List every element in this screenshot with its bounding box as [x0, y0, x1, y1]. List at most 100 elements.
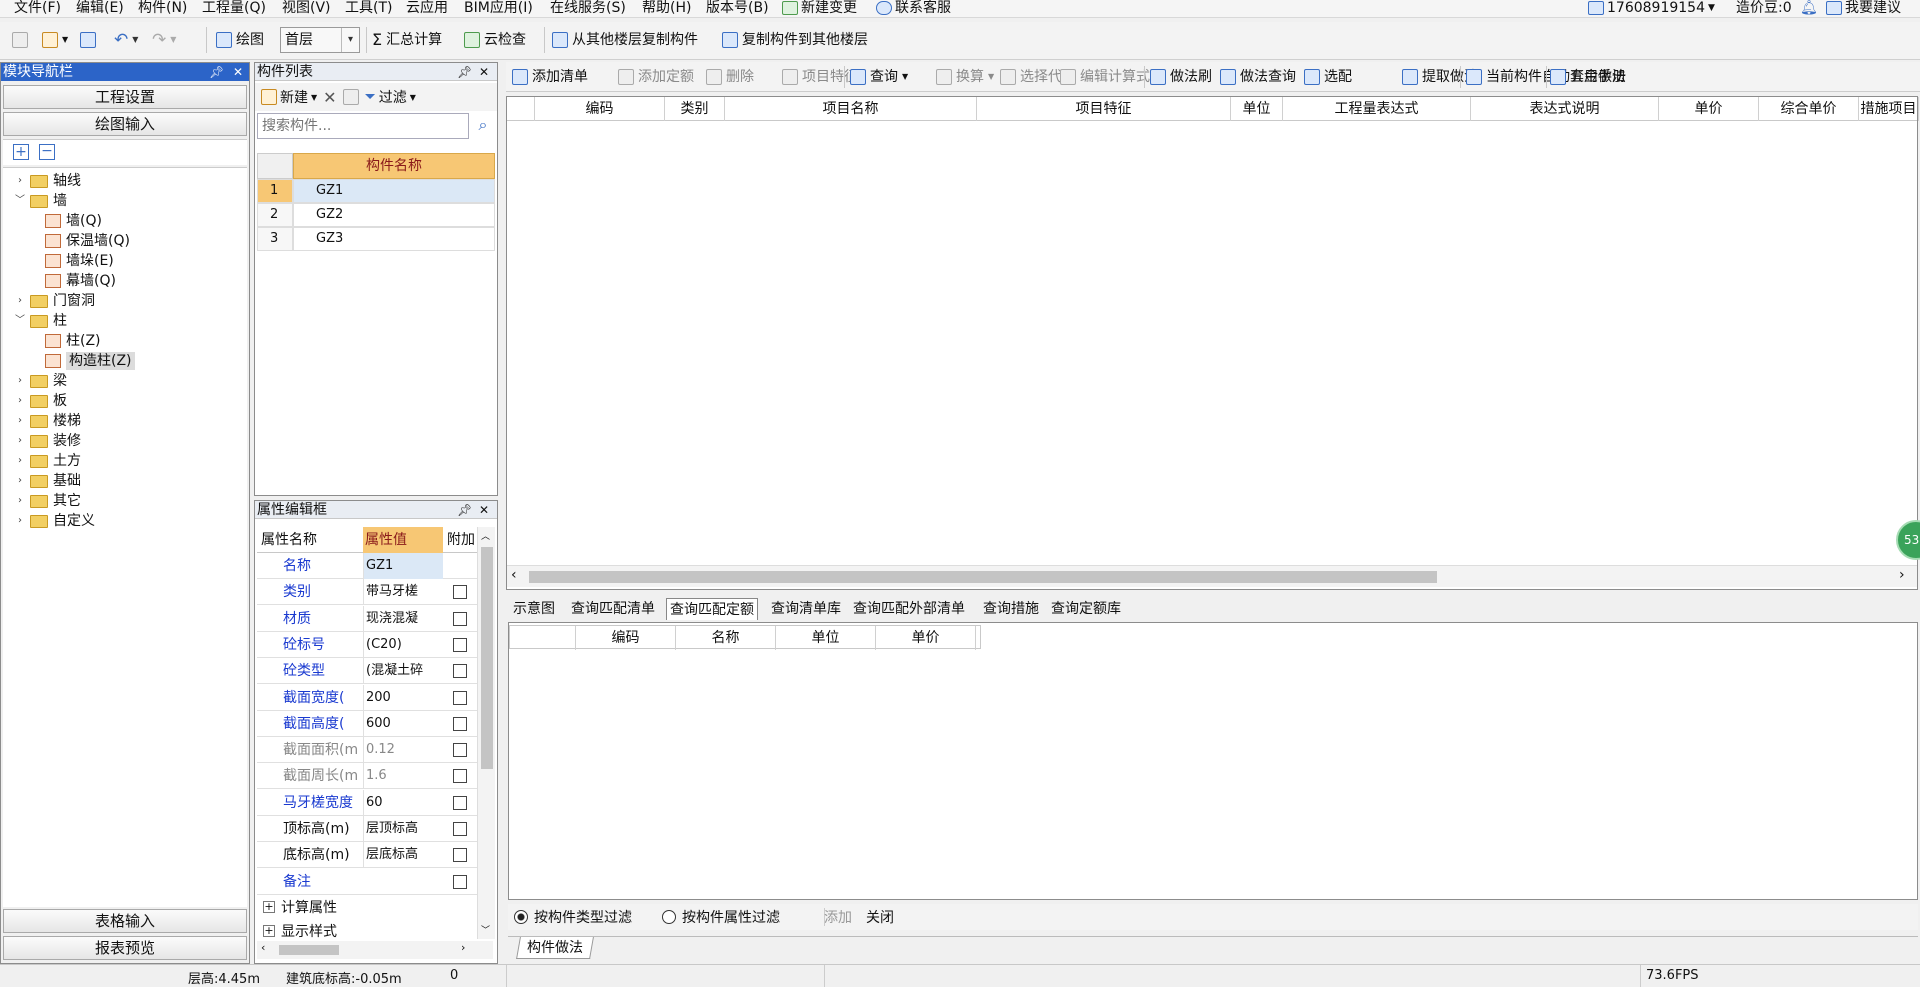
close-icon[interactable]: ✕: [479, 501, 489, 519]
menu-tools[interactable]: 工具(T): [345, 0, 392, 17]
property-value[interactable]: (C20): [363, 631, 443, 658]
chevron-right-icon[interactable]: ›: [15, 472, 25, 490]
table-input-button[interactable]: 表格输入: [3, 909, 247, 933]
component-row[interactable]: GZ2: [293, 203, 495, 227]
toolbar-manual-button[interactable]: 五金手册: [1550, 65, 1626, 89]
tab-1[interactable]: 示意图: [510, 598, 558, 620]
tree-item[interactable]: 柱(Z): [45, 332, 101, 350]
cloud-check-button[interactable]: 云检查: [464, 28, 526, 52]
hscroll-thumb[interactable]: [279, 945, 339, 955]
extra-checkbox[interactable]: [453, 743, 467, 758]
extra-checkbox[interactable]: [453, 690, 467, 705]
filter-button[interactable]: ⏷ 过滤 ▼: [365, 87, 416, 107]
chevron-down-icon[interactable]: ﹀: [15, 312, 25, 330]
project-settings-button[interactable]: 工程设置: [3, 85, 247, 109]
property-value[interactable]: 层顶标高: [363, 816, 443, 842]
new-file-button[interactable]: [12, 28, 28, 52]
tree-item[interactable]: › 轴线: [15, 172, 81, 190]
toolbar-add-quota-button[interactable]: 添加定额: [618, 65, 694, 89]
tree-item[interactable]: 保温墙(Q): [45, 232, 130, 250]
tab-component-method[interactable]: 构件做法: [516, 937, 594, 959]
tree-item[interactable]: › 土方: [15, 452, 81, 470]
property-value[interactable]: 200: [363, 684, 443, 711]
property-value[interactable]: 60: [363, 789, 443, 816]
redo-button[interactable]: ↷ ▼: [152, 28, 176, 52]
tab-5[interactable]: 查询匹配外部清单: [850, 598, 968, 620]
pin-icon[interactable]: 📌︎: [209, 63, 224, 81]
pin-icon[interactable]: 📌︎: [457, 501, 472, 519]
column-header[interactable]: 表达式说明: [1471, 97, 1659, 121]
filter-by-attr-radio[interactable]: 按构件属性过滤: [662, 907, 780, 927]
toolbar-match-button[interactable]: 选配: [1304, 65, 1352, 89]
property-value[interactable]: GZ1: [363, 553, 443, 579]
toolbar-convert-button[interactable]: 换算 ▼: [936, 65, 994, 89]
extra-checkbox[interactable]: [453, 716, 467, 731]
menu-support[interactable]: 联系客服: [876, 0, 951, 17]
menu-version[interactable]: 版本号(B): [706, 0, 769, 17]
tree-item[interactable]: 幕墙(Q): [45, 272, 116, 290]
scroll-left-icon[interactable]: ‹: [511, 567, 517, 583]
scroll-right-icon[interactable]: ›: [461, 941, 465, 954]
copy-from-floor-button[interactable]: 从其他楼层复制构件: [552, 28, 698, 52]
menu-help[interactable]: 帮助(H): [642, 0, 691, 17]
tree-item[interactable]: 墙(Q): [45, 212, 102, 230]
pin-icon[interactable]: 📌︎: [457, 63, 472, 81]
sum-calc-button[interactable]: Σ 汇总计算: [372, 28, 442, 52]
filter-by-type-radio[interactable]: 按构件类型过滤: [514, 907, 632, 927]
tab-4[interactable]: 查询清单库: [768, 598, 844, 620]
column-header[interactable]: 工程量表达式: [1283, 97, 1471, 121]
property-value[interactable]: 600: [363, 710, 443, 737]
column-header[interactable]: 项目名称: [725, 97, 977, 121]
toolbar-delete-button[interactable]: 删除: [706, 65, 754, 89]
suggest-button[interactable]: 我要建议: [1826, 0, 1901, 17]
search-icon[interactable]: ⌕: [471, 115, 495, 137]
column-header[interactable]: 名称: [676, 626, 776, 650]
tree-item[interactable]: › 其它: [15, 492, 81, 510]
column-header[interactable]: 综合单价: [1759, 97, 1859, 121]
floor-select[interactable]: 首层 ▾: [280, 27, 360, 53]
tree-item[interactable]: › 自定义: [15, 512, 95, 530]
tree-item[interactable]: › 板: [15, 392, 67, 410]
extra-checkbox[interactable]: [453, 769, 467, 784]
delete-icon[interactable]: ✕: [323, 88, 336, 107]
tab-3[interactable]: 查询匹配定额: [666, 598, 758, 620]
column-header[interactable]: 措施项目: [1859, 97, 1919, 121]
menu-cloud[interactable]: 云应用: [406, 0, 448, 17]
copy-icon[interactable]: [342, 89, 359, 105]
extra-checkbox[interactable]: [453, 874, 467, 889]
toolbar-edit-formula-button[interactable]: 编辑计算式: [1060, 65, 1150, 89]
tab-7[interactable]: 查询定额库: [1048, 598, 1124, 620]
tree-item[interactable]: ﹀ 柱: [15, 312, 67, 330]
property-value[interactable]: 带马牙槎: [363, 579, 443, 606]
save-button[interactable]: [80, 28, 96, 52]
toolbar-add-list-button[interactable]: 添加清单: [512, 65, 588, 89]
column-header[interactable]: 项目特征: [977, 97, 1231, 121]
hscroll-thumb[interactable]: [529, 571, 1437, 583]
property-group[interactable]: + 显示样式: [257, 919, 477, 943]
scroll-right-icon[interactable]: ›: [1899, 567, 1905, 583]
menu-quantity[interactable]: 工程量(Q): [202, 0, 266, 17]
menu-online[interactable]: 在线服务(S): [550, 0, 626, 17]
undo-button[interactable]: ↶ ▼: [114, 28, 138, 52]
tree-item[interactable]: › 基础: [15, 472, 81, 490]
column-header[interactable]: 单位: [1231, 97, 1283, 121]
component-row[interactable]: GZ1: [293, 179, 495, 203]
extra-checkbox[interactable]: [453, 585, 467, 600]
column-header[interactable]: 单价: [876, 626, 976, 650]
scroll-left-icon[interactable]: ‹: [261, 941, 265, 954]
column-header[interactable]: 单价: [1659, 97, 1759, 121]
menu-file[interactable]: 文件(F): [14, 0, 61, 17]
chevron-right-icon[interactable]: ›: [15, 452, 25, 470]
property-scrollbar[interactable]: ︿ ﹀: [477, 527, 495, 939]
scroll-down-icon[interactable]: ﹀: [481, 923, 490, 936]
menu-view[interactable]: 视图(V): [282, 0, 331, 17]
menu-edit[interactable]: 编辑(E): [76, 0, 124, 17]
chevron-right-icon[interactable]: ›: [15, 292, 25, 310]
report-preview-button[interactable]: 报表预览: [3, 936, 247, 960]
column-header[interactable]: 单位: [776, 626, 876, 650]
tree-item[interactable]: › 楼梯: [15, 412, 81, 430]
extra-checkbox[interactable]: [453, 795, 467, 810]
bell-icon[interactable]: 🔔︎: [1800, 0, 1818, 17]
scroll-up-icon[interactable]: ︿: [481, 529, 490, 542]
menu-new-change[interactable]: 新建变更: [782, 0, 857, 17]
